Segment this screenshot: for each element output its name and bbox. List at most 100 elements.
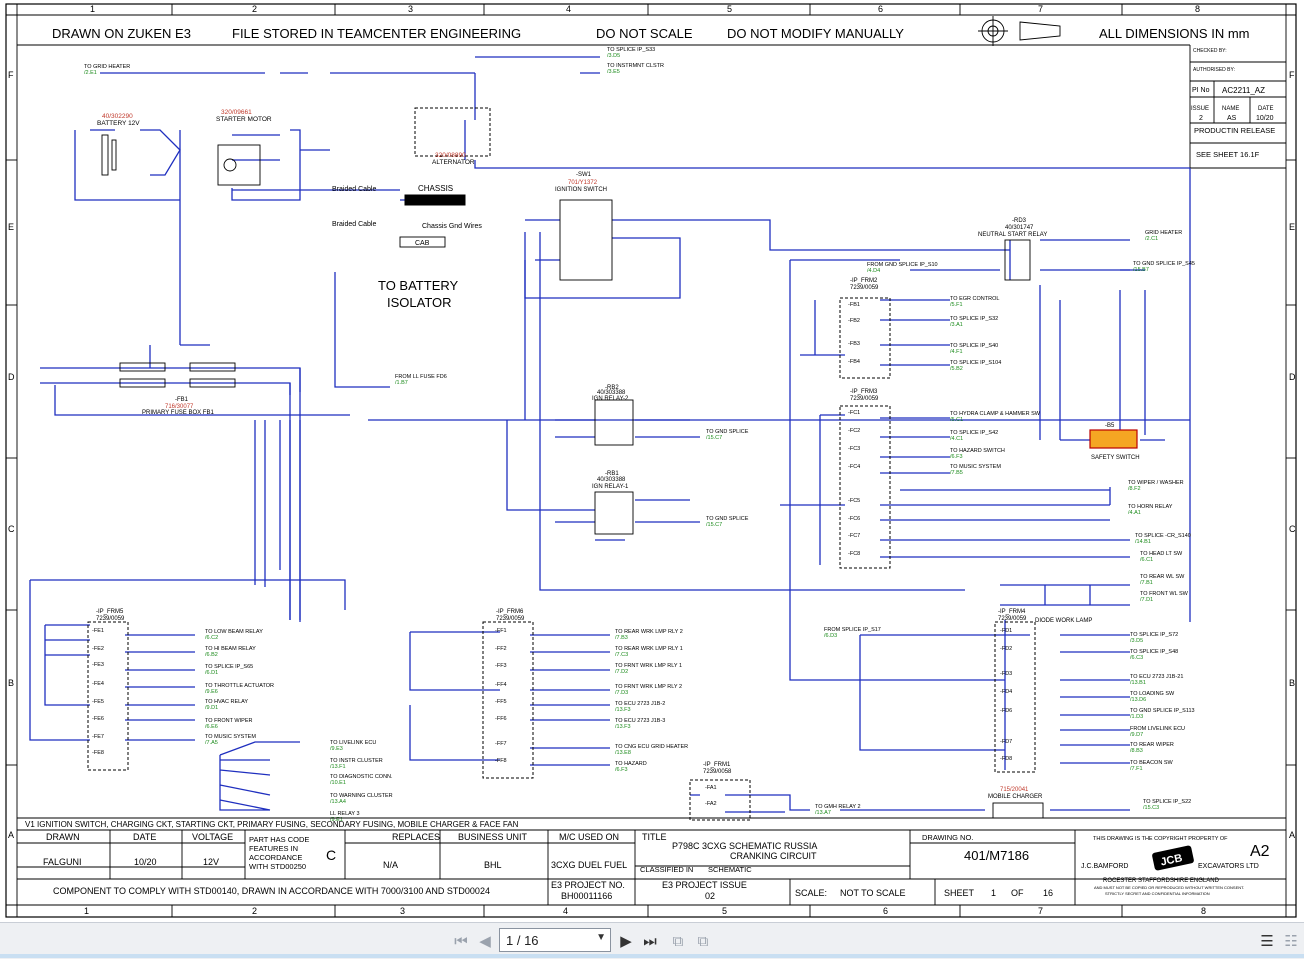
e3-project-label: E3 PROJECT NO. [551,880,625,890]
col-label: 1 [84,906,89,916]
destination-ref: /13.B1 [1130,680,1146,686]
frm4-ref: -IP_FRM4 [998,609,1026,615]
row-label: D [1289,372,1296,382]
frm3-ref: -IP_FRM3 [850,389,878,395]
frm2-part: 7239/0059 [850,285,879,291]
braided-cable-2: Braided Cable [332,221,376,228]
fuse-label: -FF7 [495,741,507,747]
frm6-ref: -IP_FRM6 [496,609,524,615]
col-label: 8 [1195,4,1200,14]
part-code-1: PART HAS CODE [249,835,309,844]
chevron-down-icon: ▼ [596,932,606,943]
sheet-size: A2 [1250,843,1270,860]
export-pages-icon[interactable]: ⧉ [667,930,689,952]
company-address: ROCESTER STAFFORDSHIRE ENGLAND [1103,878,1220,884]
drawn-date: 10/20 [134,857,157,867]
destination-ref: /5.F1 [950,302,963,308]
destination-ref: /15.C7 [706,522,722,528]
alternator-label: ALTERNATOR [432,159,475,166]
destination-ref: /3.D5 [1130,638,1143,644]
col-label: 3 [408,4,413,14]
frm1-part: 7239/0058 [703,769,732,775]
version-note: V1 IGNITION SWITCH, CHARGING CKT, STARTI… [25,820,519,829]
scale-value: NOT TO SCALE [840,888,906,898]
mc-used-on-value: 3CXG DUEL FUEL [551,860,627,870]
first-page-button[interactable]: ⏮ [450,930,472,952]
fuse-label: -FD2 [1000,646,1012,652]
destination-ref: /7.B5 [950,470,963,476]
next-page-button[interactable]: ▶ [615,930,637,952]
destination-label: TO HYDRA CLAMP & HAMMER SW [950,411,1041,417]
company-name: J.C.BAMFORD [1081,863,1128,870]
header-drawn-on: DRAWN ON ZUKEN E3 [52,26,191,41]
part-code-2: FEATURES IN [249,844,298,853]
charger-part: 715/20041 [1000,787,1029,793]
destination-ref: /9.E6 [205,689,218,695]
col-label: 4 [566,4,571,14]
page-selector[interactable]: 1 / 16 ▼ [499,928,611,952]
fuse-label: -FC6 [848,516,860,522]
relay1-part: 40/303388 [597,477,626,483]
destination-ref: /6.F3 [950,454,963,460]
destination-ref: /6.F3 [615,767,628,773]
frm4-part: 7239/0059 [998,616,1027,622]
e3-issue-value: 02 [705,891,715,901]
drawing-title-2: CRANKING CIRCUIT [730,851,817,861]
destination-ref: /5.B2 [950,366,963,372]
col-label: 5 [727,4,732,14]
frm6-part: 7239/0059 [496,616,525,622]
drawn-by: FALGUNI [43,857,82,867]
chassis-label: CHASSIS [418,184,453,193]
destination-ref: /7.B3 [615,635,628,641]
destination-ref: /6.D3 [824,633,837,639]
frm5-ref: -IP_FRM5 [96,609,124,615]
nsr-ref: -RD3 [1012,218,1027,224]
destination-ref: /8.F2 [1128,486,1141,492]
release-note: PRODUCTIN RELEASE [1194,126,1275,135]
safety-ref: -B5 [1105,423,1115,429]
destination-ref: /7.C3 [615,652,628,658]
destination-ref: /15.C7 [706,435,722,441]
destination-ref: /5.C1 [950,417,963,423]
destination-ref: /15.C3 [1143,805,1159,811]
col-label: 6 [883,906,888,916]
destination-ref: /13.D6 [1130,697,1146,703]
fuse-label: -FD3 [1000,671,1012,677]
voltage-value: 12V [203,857,219,867]
alternator-part: 320/08890 [435,152,466,159]
destination-ref: /7.D1 [1140,597,1153,603]
pi-no-label: PI No [1192,87,1210,94]
destination-ref: /3.E5 [607,69,620,75]
fuse-label: -FE1 [92,628,104,634]
see-sheet: SEE SHEET 16.1F [1196,150,1260,159]
last-page-button[interactable]: ⏭ [639,930,661,952]
destination-ref: /8.B3 [1130,748,1143,754]
fuse-label: -FF4 [495,682,507,688]
sheet-total: 16 [1043,888,1053,898]
destination-ref: /4.A1 [1128,510,1141,516]
fuse-label: -FE8 [92,750,104,756]
destination-ref: /13.F3 [615,707,631,713]
disclaimer-1: AND MUST NOT BE COPIED OR REPRODUCED WIT… [1094,885,1244,890]
destination-ref: /9.D7 [1130,732,1143,738]
fusebox-ref: -FB1 [175,397,189,403]
col-label: 3 [400,906,405,916]
single-page-view-icon[interactable]: ☰ [1256,930,1278,952]
destination-ref: /7.F1 [1130,766,1143,772]
row-label: C [1289,524,1296,534]
destination-ref: /6.D1 [205,670,218,676]
scale-label: SCALE: [795,888,827,898]
destination-ref: /6.C3 [1130,655,1143,661]
authorised-by-label: AUTHORISED BY: [1193,67,1235,73]
row-label: B [8,678,14,688]
fusebox-label: PRIMARY FUSE BOX FB1 [142,410,214,416]
status-strip [0,954,1304,958]
col-label: 7 [1038,906,1043,916]
copy-pages-icon[interactable]: ⧉ [692,930,714,952]
previous-page-button[interactable]: ◀ [474,930,496,952]
row-label: D [8,372,15,382]
date-label: DATE [1258,106,1274,112]
drawn-label: DRAWN [46,832,80,842]
destination-ref: /7.A5 [205,740,218,746]
continuous-view-icon[interactable]: ☷ [1280,930,1302,952]
